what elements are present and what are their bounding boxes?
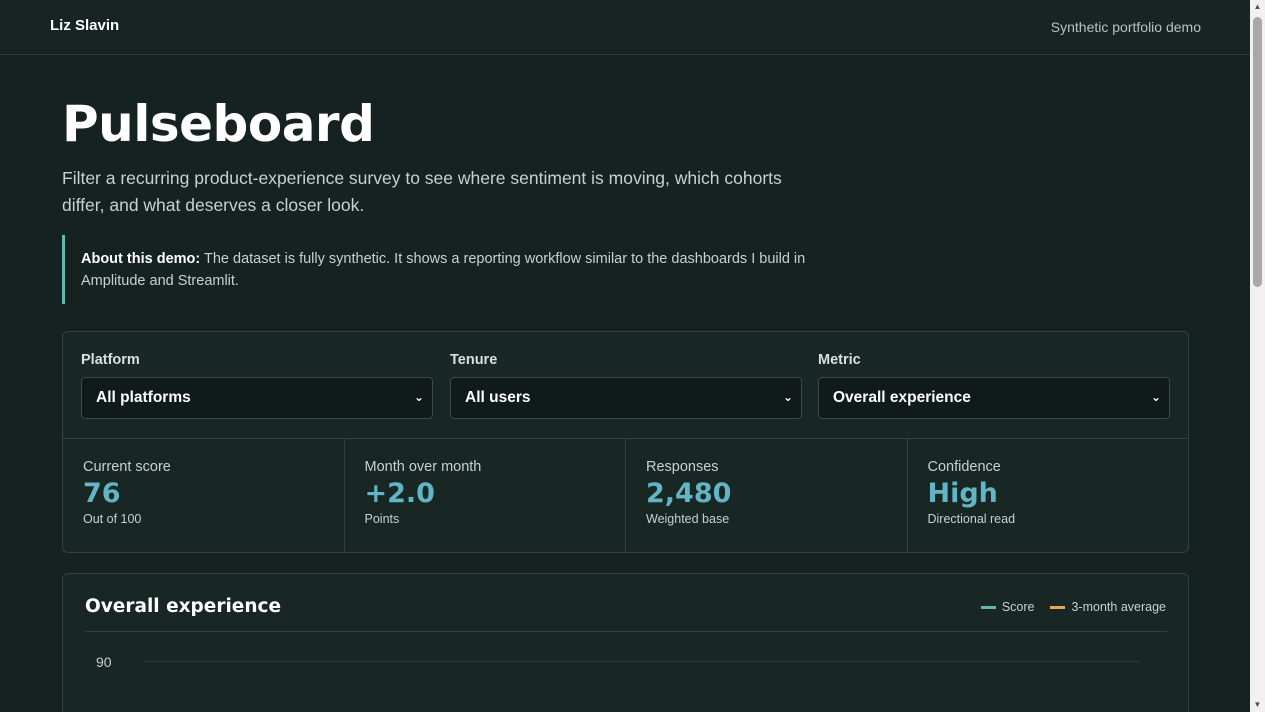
kpi-sub: Points bbox=[364, 512, 400, 526]
legend-swatch-score bbox=[980, 605, 996, 609]
kpi-row: Current score 76 Out of 100 Month over m… bbox=[63, 438, 1188, 553]
chevron-down-icon: ⌄ bbox=[413, 390, 424, 404]
tenure-select[interactable]: All users ⌄ bbox=[450, 377, 802, 419]
y-tick-label: 90 bbox=[96, 654, 112, 670]
kpi-label: Confidence bbox=[927, 459, 1001, 475]
kpi-label: Current score bbox=[83, 459, 171, 475]
kpi-value: +2.0 bbox=[364, 478, 435, 509]
legend-item-average: 3-month average bbox=[1050, 600, 1166, 614]
filter-tenure: Tenure All users ⌄ bbox=[450, 352, 802, 419]
kpi-responses: Responses 2,480 Weighted base bbox=[626, 439, 908, 553]
kpi-sub: Out of 100 bbox=[83, 512, 142, 526]
chart-title: Overall experience bbox=[85, 596, 282, 617]
kpi-value: 2,480 bbox=[646, 478, 732, 509]
intro-text: Filter a recurring product-experience su… bbox=[62, 168, 782, 215]
filter-tenure-label: Tenure bbox=[450, 352, 498, 368]
legend-label: Score bbox=[1001, 600, 1035, 614]
filter-metric: Metric Overall experience ⌄ bbox=[818, 352, 1170, 419]
filters-row: Platform All platforms ⌄ Tenure All user… bbox=[81, 352, 1171, 452]
kpi-value: High bbox=[927, 478, 998, 509]
filter-kpi-panel: Platform All platforms ⌄ Tenure All user… bbox=[62, 331, 1189, 553]
top-bar: Liz Slavin Synthetic portfolio demo bbox=[0, 0, 1250, 55]
kpi-sub: Weighted base bbox=[646, 512, 730, 526]
filter-platform-label: Platform bbox=[81, 352, 140, 368]
scroll-down-arrow-icon[interactable]: ▼ bbox=[1250, 698, 1265, 712]
kpi-confidence: Confidence High Directional read bbox=[908, 439, 1189, 553]
legend-swatch-average bbox=[1050, 605, 1066, 609]
kpi-label: Month over month bbox=[364, 459, 482, 475]
kpi-month-over-month: Month over month +2.0 Points bbox=[345, 439, 626, 553]
kpi-value: 76 bbox=[83, 478, 121, 509]
chevron-down-icon: ⌄ bbox=[782, 390, 793, 404]
scroll-up-arrow-icon[interactable]: ▲ bbox=[1250, 0, 1265, 14]
legend-item-score: Score bbox=[980, 600, 1035, 614]
header-note: Synthetic portfolio demo bbox=[1050, 19, 1201, 35]
scrollbar-thumb[interactable] bbox=[1253, 17, 1262, 287]
page-scrollbar[interactable]: ▲ ▼ bbox=[1250, 0, 1265, 712]
kpi-sub: Directional read bbox=[927, 512, 1016, 526]
metric-select[interactable]: Overall experience ⌄ bbox=[818, 377, 1170, 419]
demo-notice: About this demo: The dataset is fully sy… bbox=[62, 235, 842, 304]
kpi-label: Responses bbox=[646, 459, 719, 475]
platform-select-value: All platforms bbox=[96, 389, 191, 406]
y-gridline bbox=[145, 661, 1140, 662]
kpi-current-score: Current score 76 Out of 100 bbox=[63, 439, 345, 553]
metric-select-value: Overall experience bbox=[833, 389, 971, 406]
chart-divider bbox=[85, 631, 1167, 632]
platform-select[interactable]: All platforms ⌄ bbox=[81, 377, 433, 419]
brand-link[interactable]: Liz Slavin bbox=[50, 17, 119, 34]
tenure-select-value: All users bbox=[465, 389, 531, 406]
filter-metric-label: Metric bbox=[818, 352, 861, 368]
notice-label: About this demo: bbox=[81, 251, 201, 267]
chevron-down-icon: ⌄ bbox=[1150, 390, 1161, 404]
legend-label: 3-month average bbox=[1071, 600, 1166, 614]
filter-platform: Platform All platforms ⌄ bbox=[81, 352, 433, 419]
chart-legend: Score 3-month average bbox=[965, 600, 1166, 614]
chart-card: Overall experience Score 3-month average… bbox=[62, 573, 1189, 712]
page-title: Pulseboard bbox=[62, 95, 375, 153]
